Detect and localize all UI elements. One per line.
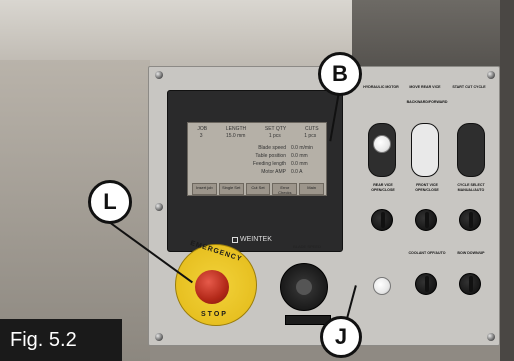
front-vice-label: FRONT VICE OPEN/CLOSE (415, 183, 439, 192)
hmi-display[interactable]: JOB LENGTH SET QTY CUTS 3 15.0 mm 1 pcs … (187, 122, 327, 196)
hmi-touchscreen: JOB LENGTH SET QTY CUTS 3 15.0 mm 1 pcs … (167, 90, 343, 252)
hmi-insert-job-button[interactable]: Insert job (192, 183, 217, 195)
rear-vice-selector-knob[interactable] (371, 209, 393, 231)
move-rear-vice-label: MOVE REAR VICE (409, 85, 441, 89)
hydraulic-motor-label: HYDRAULIC MOTOR (363, 85, 399, 89)
weintek-logo-icon (232, 237, 238, 243)
figure-label: Fig. 5.2 (0, 319, 122, 361)
callout-j: J (320, 316, 362, 358)
screw (487, 71, 495, 79)
bow-selector-knob[interactable] (459, 273, 481, 295)
hmi-row-value: 0.0 A (291, 169, 303, 175)
hmi-row-label: Motor AMP (261, 169, 286, 175)
rear-vice-move-switch[interactable] (411, 123, 439, 177)
control-panel: JOB LENGTH SET QTY CUTS 3 15.0 mm 1 pcs … (148, 66, 500, 346)
hmi-value-job: 3 (199, 133, 203, 139)
hmi-value-set-qty: 1 pcs (268, 133, 281, 139)
start-cut-cycle-label: START CUT CYCLE (452, 85, 486, 89)
screw (155, 71, 163, 79)
hmi-row-label: Blade speed (258, 145, 286, 151)
start-cut-cycle-switch[interactable] (457, 123, 485, 177)
cycle-select-label: CYCLE SELECT MANUAL/AUTO (457, 183, 485, 192)
hmi-values: 3 15.0 mm 1 pcs 1 pcs (188, 133, 328, 141)
hmi-row-motor-amp: Motor AMP 0.0 A (230, 169, 325, 177)
cycle-select-knob[interactable] (459, 209, 481, 231)
hmi-row-value: 0.0 mm (291, 153, 308, 159)
hmi-row-label: Table position (255, 153, 286, 159)
hydraulic-motor-lamp (373, 135, 391, 153)
hmi-row-label: Feeding length (252, 161, 286, 167)
hmi-row-table-position: Table position 0.0 mm (230, 153, 325, 161)
hmi-row-value: 0.0 m/min (291, 145, 313, 151)
backward-forward-label: BACKWARD/FORWARD (406, 100, 448, 104)
screw (155, 203, 163, 211)
hmi-row-blade-speed: Blade speed 0.0 m/min (230, 145, 325, 153)
screw (155, 333, 163, 341)
machine-box (352, 0, 514, 70)
hmi-value-cuts: 1 pcs (304, 133, 317, 139)
stop-label: STOP (201, 311, 228, 318)
power-lamp-button[interactable] (373, 277, 391, 295)
hmi-button-row: Insert job Single Set Cut Set Error Chec… (192, 183, 324, 195)
bow-label: BOW DOWN/UP (457, 251, 485, 255)
hmi-single-set-button[interactable]: Single Set (218, 183, 244, 195)
callout-l: L (88, 180, 132, 224)
blade-speed-knob[interactable] (296, 279, 312, 295)
hmi-cut-set-button[interactable]: Cut Set (245, 183, 271, 195)
coolant-selector-knob[interactable] (415, 273, 437, 295)
machine-frame-right (500, 0, 514, 361)
hmi-row-value: 0.0 mm (291, 161, 308, 167)
hmi-row-feeding-length: Feeding length 0.0 mm (230, 161, 325, 169)
brand-label: WEINTEK (240, 236, 272, 243)
callout-b: B (318, 52, 362, 96)
emergency-stop-button[interactable] (195, 270, 229, 304)
blade-speed-label: BLADE SPEED (293, 244, 321, 249)
hmi-error-checks-button[interactable]: Error Checks (272, 183, 298, 195)
rear-vice-label: REAR VICE OPEN/CLOSE (371, 183, 395, 192)
screw (487, 333, 495, 341)
hmi-value-length: 15.0 mm (225, 133, 246, 139)
hmi-main-button[interactable]: Main (299, 183, 324, 195)
front-vice-selector-knob[interactable] (415, 209, 437, 231)
coolant-label: COOLANT OFF/AUTO (408, 251, 446, 255)
